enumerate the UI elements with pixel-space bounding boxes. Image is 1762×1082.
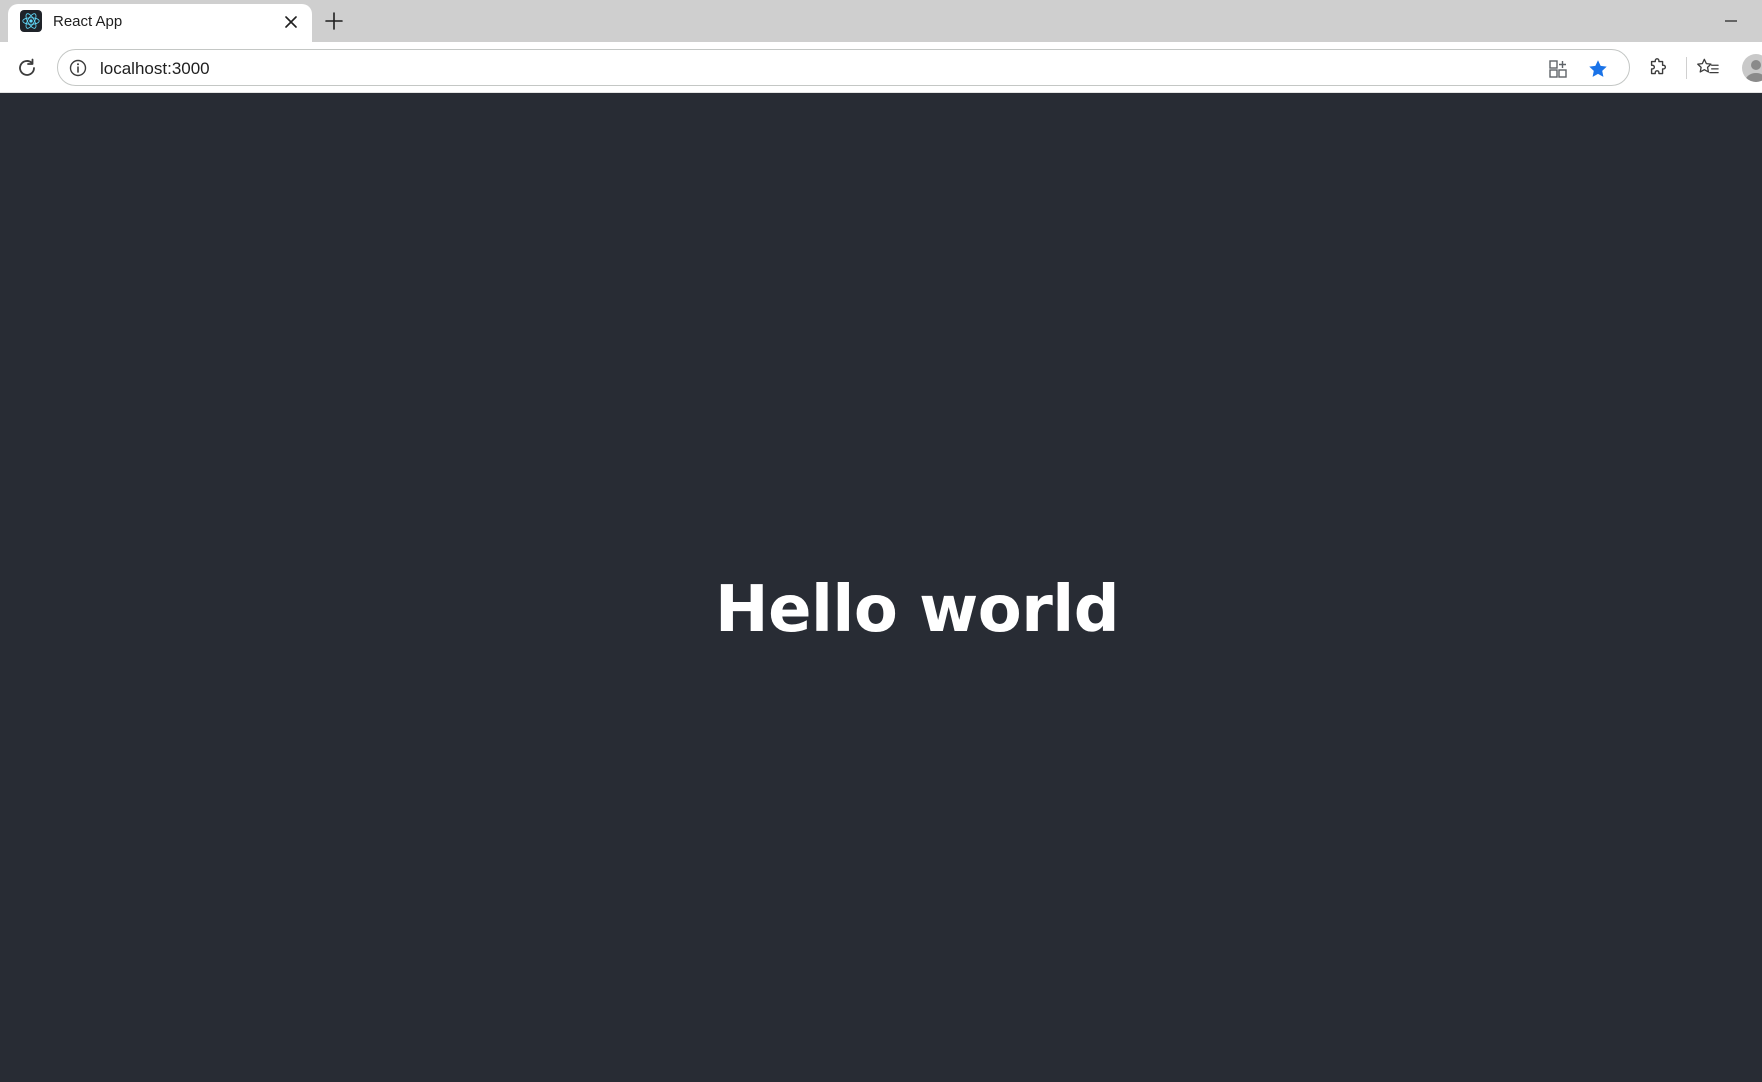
close-icon[interactable] [281,12,301,32]
tab-strip: React App [0,0,1762,42]
page-viewport: Hello world [0,93,1762,1082]
address-bar[interactable] [57,49,1630,86]
profile-avatar[interactable] [1742,54,1762,82]
puzzle-icon [1650,58,1666,75]
app-install-button[interactable] [1545,56,1571,82]
favorites-button[interactable] [1693,53,1723,83]
apps-icon [1549,60,1567,78]
react-logo-icon [20,10,42,32]
page-heading: Hello world [715,573,1120,647]
url-input[interactable] [100,59,1500,79]
bookmark-star-button[interactable] [1585,56,1611,82]
star-filled-icon [1589,60,1607,77]
minimize-icon [1725,20,1737,22]
browser-window: React App localhost:3000 Hello world [0,0,1762,1082]
favorites-list-icon [1697,58,1719,74]
minimize-button[interactable] [1716,8,1746,34]
tab-react-app[interactable]: React App [8,4,312,42]
extensions-button[interactable] [1643,53,1673,83]
reload-icon [19,58,35,76]
toolbar-divider [1686,57,1687,79]
person-icon [1745,60,1762,82]
plus-icon [325,12,343,30]
tab-title: React App [53,13,123,30]
site-info-icon[interactable] [68,58,88,78]
new-tab-button[interactable] [320,7,348,35]
reload-button[interactable] [12,53,42,83]
browser-toolbar [0,42,1762,93]
